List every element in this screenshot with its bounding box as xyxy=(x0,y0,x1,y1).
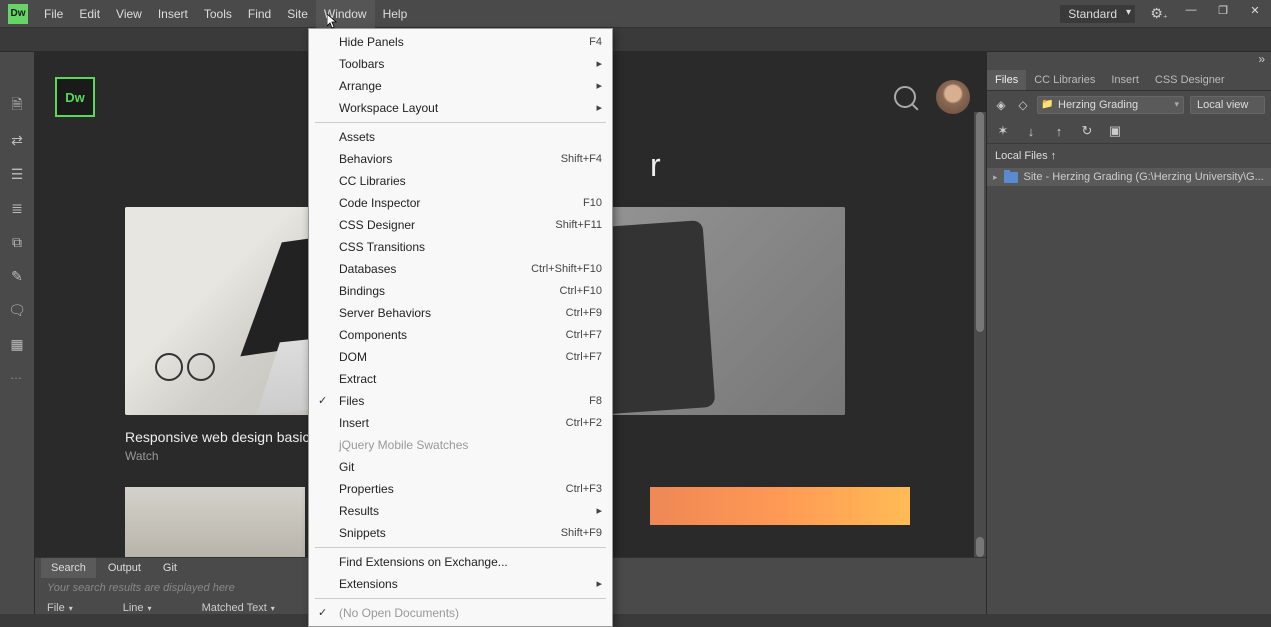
menu-item-css-designer[interactable]: CSS DesignerShift+F11 xyxy=(309,214,612,236)
menu-file[interactable]: File xyxy=(36,0,71,28)
panel-tab-files[interactable]: Files xyxy=(987,70,1026,90)
menu-item-server-behaviors[interactable]: Server BehaviorsCtrl+F9 xyxy=(309,302,612,324)
menu-item-insert[interactable]: InsertCtrl+F2 xyxy=(309,412,612,434)
workspace-preset-dropdown[interactable]: Standard xyxy=(1060,5,1135,23)
menubar: FileEditViewInsertToolsFindSiteWindowHel… xyxy=(36,0,415,28)
menu-find[interactable]: Find xyxy=(240,0,279,28)
menu-item-properties[interactable]: PropertiesCtrl+F3 xyxy=(309,478,612,500)
dreamweaver-logo: Dw xyxy=(55,77,95,117)
ftp-servers-icon[interactable]: ◈ xyxy=(993,97,1009,113)
column-header[interactable]: Matched Text ▾ xyxy=(202,602,275,614)
menu-item-arrange[interactable]: Arrange xyxy=(309,75,612,97)
site-dropdown[interactable]: Herzing Grading xyxy=(1037,96,1184,114)
manage-sites-icon[interactable]: ☰ xyxy=(7,164,27,184)
panel-collapse-icon[interactable]: » xyxy=(987,52,1271,70)
expand-panel-icon[interactable]: ▣ xyxy=(1107,123,1123,139)
menu-item-find-extensions-on-exchange[interactable]: Find Extensions on Exchange... xyxy=(309,551,612,573)
sync-icon[interactable]: ↻ xyxy=(1079,123,1095,139)
menu-window[interactable]: Window xyxy=(316,0,375,28)
window-menu-dropdown: Hide PanelsF4ToolbarsArrangeWorkspace La… xyxy=(308,28,613,627)
panel-tab-css-designer[interactable]: CSS Designer xyxy=(1147,70,1233,90)
column-header[interactable]: File ▾ xyxy=(47,602,73,614)
menu-item-assets[interactable]: Assets xyxy=(309,126,612,148)
menu-item-results[interactable]: Results xyxy=(309,500,612,522)
menu-edit[interactable]: Edit xyxy=(71,0,108,28)
restore-button[interactable]: ❐ xyxy=(1207,0,1239,28)
menu-view[interactable]: View xyxy=(108,0,150,28)
tutorial-card[interactable] xyxy=(125,487,305,557)
menu-item-css-transitions[interactable]: CSS Transitions xyxy=(309,236,612,258)
image-tool-icon[interactable]: ▦ xyxy=(7,334,27,354)
menu-item-databases[interactable]: DatabasesCtrl+Shift+F10 xyxy=(309,258,612,280)
menu-item-code-inspector[interactable]: Code InspectorF10 xyxy=(309,192,612,214)
panel-tab-insert[interactable]: Insert xyxy=(1103,70,1147,90)
menu-item-files[interactable]: FilesF8 xyxy=(309,390,612,412)
close-button[interactable]: ✕ xyxy=(1239,0,1271,28)
link-tool-icon[interactable]: ⧉ xyxy=(7,232,27,252)
menu-tools[interactable]: Tools xyxy=(196,0,240,28)
comment-tool-icon[interactable]: 🗨 xyxy=(7,300,27,320)
folder-icon xyxy=(1004,172,1018,183)
put-file-icon[interactable]: ↑ xyxy=(1051,123,1067,139)
sync-settings-icon[interactable]: ⚙₊ xyxy=(1143,5,1175,22)
menu-item-toolbars[interactable]: Toolbars xyxy=(309,53,612,75)
chevron-right-icon[interactable]: ▸ xyxy=(993,172,998,183)
app-icon: Dw xyxy=(8,4,28,24)
menu-item-bindings[interactable]: BindingsCtrl+F10 xyxy=(309,280,612,302)
menu-insert[interactable]: Insert xyxy=(150,0,196,28)
menu-item-extract[interactable]: Extract xyxy=(309,368,612,390)
menu-item-workspace-layout[interactable]: Workspace Layout xyxy=(309,97,612,119)
menu-item-git[interactable]: Git xyxy=(309,456,612,478)
list-tool-icon[interactable]: ≣ xyxy=(7,198,27,218)
site-root-label: Site - Herzing Grading (G:\Herzing Unive… xyxy=(1024,171,1264,183)
menu-item-jquery-mobile-swatches: jQuery Mobile Swatches xyxy=(309,434,612,456)
titlebar: Dw FileEditViewInsertToolsFindSiteWindow… xyxy=(0,0,1271,28)
bottom-tab-git[interactable]: Git xyxy=(153,558,187,578)
selector-tool-icon[interactable]: ✎ xyxy=(7,266,27,286)
minimize-button[interactable]: — xyxy=(1175,0,1207,28)
secondary-toolbar xyxy=(0,28,1271,52)
code-tool-icon[interactable]: ⇄ xyxy=(7,130,27,150)
document-tool-icon[interactable]: 🗎 xyxy=(7,96,27,116)
search-icon[interactable] xyxy=(894,86,916,108)
right-panel: » FilesCC LibrariesInsertCSS Designer ◈ … xyxy=(986,52,1271,614)
menu-help[interactable]: Help xyxy=(375,0,416,28)
user-avatar[interactable] xyxy=(936,80,970,114)
get-file-icon[interactable]: ↓ xyxy=(1023,123,1039,139)
connect-icon[interactable]: ✶ xyxy=(995,123,1011,139)
menu-site[interactable]: Site xyxy=(279,0,316,28)
view-dropdown[interactable]: Local view xyxy=(1190,96,1265,114)
menu-item-behaviors[interactable]: BehaviorsShift+F4 xyxy=(309,148,612,170)
menu-item-cc-libraries[interactable]: CC Libraries xyxy=(309,170,612,192)
menu-item-no-open-documents: (No Open Documents) xyxy=(309,602,612,624)
site-setup-icon[interactable]: ◇ xyxy=(1015,97,1031,113)
scrollbar[interactable] xyxy=(974,112,986,557)
bottom-tab-output[interactable]: Output xyxy=(98,558,151,578)
sort-arrow-icon: ↑ xyxy=(1051,150,1057,162)
column-header[interactable]: Line ▾ xyxy=(123,602,152,614)
menu-item-extensions[interactable]: Extensions xyxy=(309,573,612,595)
bottom-tab-search[interactable]: Search xyxy=(41,558,96,578)
local-files-header[interactable]: Local Files ↑ xyxy=(987,144,1271,168)
menu-item-dom[interactable]: DOMCtrl+F7 xyxy=(309,346,612,368)
site-root-row[interactable]: ▸ Site - Herzing Grading (G:\Herzing Uni… xyxy=(987,168,1271,186)
vertical-toolbar: 🗎 ⇄ ☰ ≣ ⧉ ✎ 🗨 ▦ … xyxy=(0,52,35,614)
tutorial-card[interactable] xyxy=(650,487,910,525)
section-title-fragment: r xyxy=(650,147,661,184)
more-tools-icon[interactable]: … xyxy=(0,368,34,382)
panel-tab-cc-libraries[interactable]: CC Libraries xyxy=(1026,70,1103,90)
menu-item-components[interactable]: ComponentsCtrl+F7 xyxy=(309,324,612,346)
menu-item-hide-panels[interactable]: Hide PanelsF4 xyxy=(309,31,612,53)
menu-item-snippets[interactable]: SnippetsShift+F9 xyxy=(309,522,612,544)
mouse-cursor-icon xyxy=(327,14,339,30)
